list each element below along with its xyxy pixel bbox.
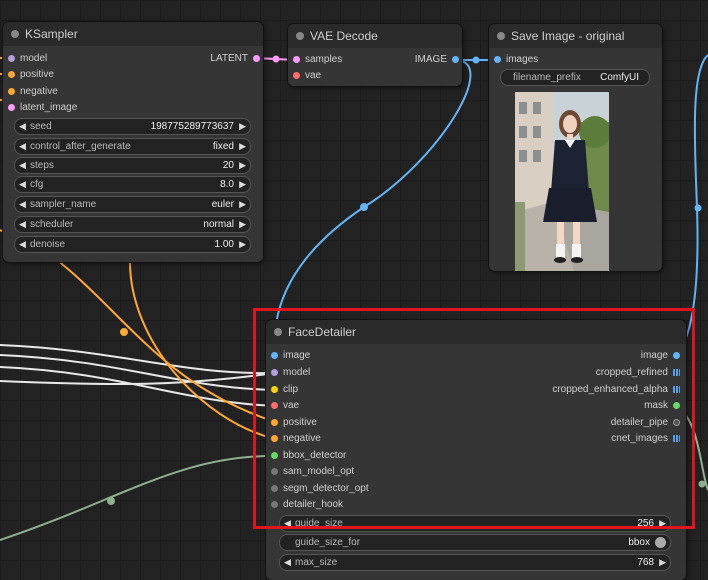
filename-prefix-widget[interactable]: filename_prefix ComfyUI xyxy=(500,69,650,86)
face-detailer-input-model[interactable]: model xyxy=(271,366,310,380)
negative-socket-icon[interactable] xyxy=(271,435,278,442)
denoise-widget[interactable]: ◀ denoise 1.00 ▶ xyxy=(14,236,251,253)
clip-socket-icon[interactable] xyxy=(271,386,278,393)
generated-image-thumbnail xyxy=(515,92,609,271)
toggle-knob-icon[interactable] xyxy=(655,537,666,548)
control-after-generate-widget[interactable]: ◀ control_after_generate fixed ▶ xyxy=(14,138,251,155)
face-detailer-output-detailer-pipe[interactable]: detailer_pipe xyxy=(611,416,680,430)
ksampler-title-bar[interactable]: KSampler xyxy=(3,22,263,46)
face-detailer-output-cropped-enhanced-alpha[interactable]: cropped_enhanced_alpha xyxy=(552,383,680,397)
face-detailer-input-segm-detector-opt[interactable]: segm_detector_opt xyxy=(271,482,369,496)
image-output-socket-icon[interactable] xyxy=(673,352,680,359)
face-detailer-input-detailer-hook[interactable]: detailer_hook xyxy=(271,498,343,512)
face-detailer-output-image[interactable]: image xyxy=(641,349,680,363)
collapse-dot-icon[interactable] xyxy=(274,328,282,336)
ksampler-output-latent[interactable]: LATENT xyxy=(210,52,260,66)
pipe-output-socket-icon[interactable] xyxy=(673,419,680,426)
ksampler-input-negative[interactable]: negative xyxy=(8,85,58,99)
positive-socket-icon[interactable] xyxy=(8,71,15,78)
decrement-arrow-icon[interactable]: ◀ xyxy=(284,555,291,570)
face-detailer-input-sam-model-opt[interactable]: sam_model_opt xyxy=(271,465,354,479)
increment-arrow-icon[interactable]: ▶ xyxy=(239,119,246,134)
face-detailer-input-bbox-detector[interactable]: bbox_detector xyxy=(271,449,346,463)
face-detailer-output-cropped-refined[interactable]: cropped_refined xyxy=(596,366,680,380)
increment-arrow-icon[interactable]: ▶ xyxy=(239,139,246,154)
ksampler-node[interactable]: KSampler model positive negative latent_… xyxy=(3,22,263,262)
ksampler-input-positive[interactable]: positive xyxy=(8,68,54,82)
face-detailer-input-vae[interactable]: vae xyxy=(271,399,299,413)
decrement-arrow-icon[interactable]: ◀ xyxy=(19,139,26,154)
increment-arrow-icon[interactable]: ▶ xyxy=(239,237,246,252)
max-size-widget[interactable]: ◀ max_size 768 ▶ xyxy=(279,554,671,571)
vae-decode-title: VAE Decode xyxy=(310,29,378,43)
ksampler-input-latent-image[interactable]: latent_image xyxy=(8,101,77,115)
decrement-arrow-icon[interactable]: ◀ xyxy=(19,158,26,173)
image-socket-icon[interactable] xyxy=(271,352,278,359)
ksampler-title: KSampler xyxy=(25,27,78,41)
sam-socket-icon[interactable] xyxy=(271,468,278,475)
guide-size-widget[interactable]: ◀ guide_size 256 ▶ xyxy=(279,515,671,532)
save-image-title-bar[interactable]: Save Image - original xyxy=(489,24,662,48)
vae-socket-icon[interactable] xyxy=(293,72,300,79)
sampler-name-widget[interactable]: ◀ sampler_name euler ▶ xyxy=(14,196,251,213)
face-detailer-title: FaceDetailer xyxy=(288,325,357,339)
positive-socket-icon[interactable] xyxy=(271,419,278,426)
latent-socket-icon[interactable] xyxy=(8,104,15,111)
scheduler-widget[interactable]: ◀ scheduler normal ▶ xyxy=(14,216,251,233)
images-socket-icon[interactable] xyxy=(494,56,501,63)
image-output-socket-icon[interactable] xyxy=(452,56,459,63)
face-detailer-input-positive[interactable]: positive xyxy=(271,416,317,430)
image-preview[interactable] xyxy=(515,92,609,271)
guide-size-for-toggle[interactable]: guide_size_for bbox xyxy=(279,534,671,551)
decrement-arrow-icon[interactable]: ◀ xyxy=(284,516,291,531)
face-detailer-input-image[interactable]: image xyxy=(271,349,310,363)
vae-decode-input-samples[interactable]: samples xyxy=(293,53,342,67)
save-image-node[interactable]: Save Image - original images filename_pr… xyxy=(489,24,662,271)
face-detailer-input-negative[interactable]: negative xyxy=(271,432,321,446)
collapse-dot-icon[interactable] xyxy=(497,32,505,40)
increment-arrow-icon[interactable]: ▶ xyxy=(239,217,246,232)
decrement-arrow-icon[interactable]: ◀ xyxy=(19,119,26,134)
list-output-grid-icon[interactable] xyxy=(673,386,680,393)
face-detailer-input-clip[interactable]: clip xyxy=(271,383,298,397)
hook-socket-icon[interactable] xyxy=(271,501,278,508)
list-output-grid-icon[interactable] xyxy=(673,369,680,376)
latent-output-socket-icon[interactable] xyxy=(253,55,260,62)
vae-decode-title-bar[interactable]: VAE Decode xyxy=(288,24,462,48)
mask-output-socket-icon[interactable] xyxy=(673,402,680,409)
model-socket-icon[interactable] xyxy=(8,55,15,62)
negative-socket-icon[interactable] xyxy=(8,88,15,95)
samples-socket-icon[interactable] xyxy=(293,56,300,63)
list-output-grid-icon[interactable] xyxy=(673,435,680,442)
model-socket-icon[interactable] xyxy=(271,369,278,376)
face-detailer-node[interactable]: FaceDetailer image model clip vae positi… xyxy=(266,320,686,580)
cfg-widget[interactable]: ◀ cfg 8.0 ▶ xyxy=(14,176,251,193)
vae-decode-output-image[interactable]: IMAGE xyxy=(415,53,459,67)
vae-decode-input-vae[interactable]: vae xyxy=(293,69,321,83)
face-detailer-output-mask[interactable]: mask xyxy=(644,399,680,413)
increment-arrow-icon[interactable]: ▶ xyxy=(659,555,666,570)
decrement-arrow-icon[interactable]: ◀ xyxy=(19,217,26,232)
vae-decode-node[interactable]: VAE Decode samples vae IMAGE xyxy=(288,24,462,86)
save-image-title: Save Image - original xyxy=(511,29,625,43)
bbox-socket-icon[interactable] xyxy=(271,452,278,459)
collapse-dot-icon[interactable] xyxy=(11,30,19,38)
decrement-arrow-icon[interactable]: ◀ xyxy=(19,197,26,212)
face-detailer-output-cnet-images[interactable]: cnet_images xyxy=(611,432,680,446)
vae-socket-icon[interactable] xyxy=(271,402,278,409)
save-image-input-images[interactable]: images xyxy=(494,53,538,67)
collapse-dot-icon[interactable] xyxy=(296,32,304,40)
seed-widget[interactable]: ◀ seed 198775289773637 ▶ xyxy=(14,118,251,135)
increment-arrow-icon[interactable]: ▶ xyxy=(239,197,246,212)
increment-arrow-icon[interactable]: ▶ xyxy=(659,516,666,531)
segm-socket-icon[interactable] xyxy=(271,485,278,492)
increment-arrow-icon[interactable]: ▶ xyxy=(239,158,246,173)
ksampler-input-model[interactable]: model xyxy=(8,52,47,66)
decrement-arrow-icon[interactable]: ◀ xyxy=(19,237,26,252)
face-detailer-title-bar[interactable]: FaceDetailer xyxy=(266,320,686,344)
increment-arrow-icon[interactable]: ▶ xyxy=(239,177,246,192)
decrement-arrow-icon[interactable]: ◀ xyxy=(19,177,26,192)
steps-widget[interactable]: ◀ steps 20 ▶ xyxy=(14,157,251,174)
